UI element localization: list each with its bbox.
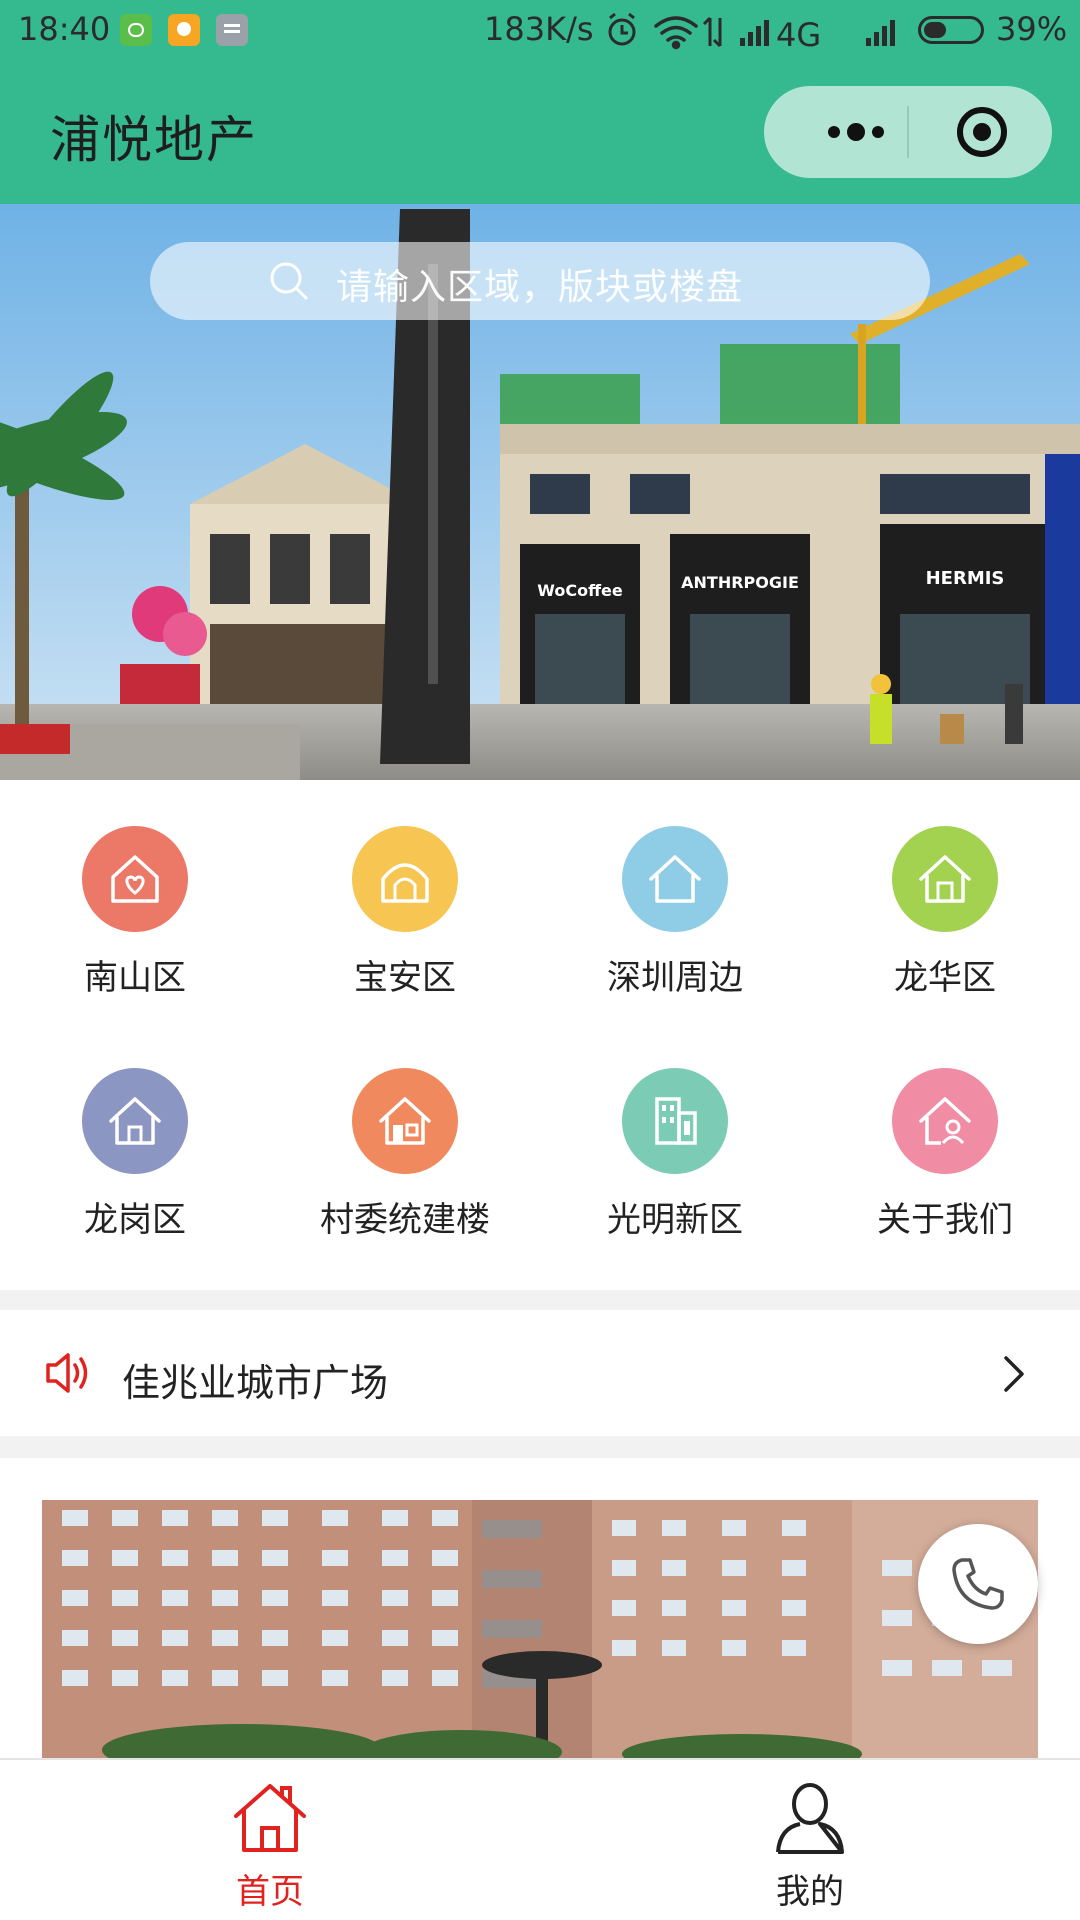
category-label: 光明新区 bbox=[607, 1200, 743, 1240]
home-icon bbox=[234, 1784, 306, 1852]
chevron-right-icon bbox=[1004, 1356, 1024, 1392]
signal-strength-2-icon bbox=[866, 20, 895, 46]
category-grid: 南山区 宝安区 深圳周边 龙华区 龙岗区 村委统建楼 光明新区 关于我们 bbox=[0, 780, 1080, 1290]
house-heart-icon bbox=[82, 826, 188, 932]
category-label: 关于我们 bbox=[877, 1200, 1013, 1240]
search-icon bbox=[270, 262, 308, 300]
house-arch-icon bbox=[352, 826, 458, 932]
hero-banner[interactable]: WoCoffee ANTHRPOGIE HERMIS 请输入区域，版块或楼盘 bbox=[0, 204, 1080, 780]
app-root: 18:40 183K/s 4G 39% 浦悦地产 WoCoffee ANTHRP… bbox=[0, 0, 1080, 1920]
category-label: 龙华区 bbox=[894, 958, 996, 998]
building-icon bbox=[622, 1068, 728, 1174]
phone-icon bbox=[952, 1558, 1004, 1610]
tab-home[interactable]: 首页 bbox=[0, 1760, 540, 1920]
category-label: 宝安区 bbox=[354, 958, 456, 998]
signal-strength-icon bbox=[740, 20, 769, 46]
user-icon bbox=[776, 1783, 844, 1854]
property-listing-image[interactable] bbox=[42, 1500, 1038, 1758]
mini-program-capsule bbox=[764, 86, 1052, 178]
data-transfer-icon bbox=[702, 16, 722, 48]
tab-label: 我的 bbox=[776, 1872, 844, 1912]
notification-app-icon bbox=[120, 14, 152, 46]
category-guangming[interactable]: 光明新区 bbox=[540, 1022, 810, 1240]
status-time: 18:40 bbox=[18, 10, 111, 48]
tab-mine[interactable]: 我的 bbox=[540, 1760, 1080, 1920]
svg-text:4G: 4G bbox=[776, 16, 821, 54]
store-sign-3: HERMIS bbox=[926, 568, 1005, 589]
category-shenzhen-surroundings[interactable]: 深圳周边 bbox=[540, 780, 810, 998]
alarm-icon bbox=[608, 12, 636, 46]
speaker-icon bbox=[46, 1353, 88, 1393]
store-sign-2: ANTHRPOGIE bbox=[681, 573, 799, 592]
house-person-icon bbox=[892, 1068, 998, 1174]
wifi-icon bbox=[654, 16, 698, 50]
app-header: 浦悦地产 bbox=[0, 60, 1080, 204]
category-longgang[interactable]: 龙岗区 bbox=[0, 1022, 270, 1240]
category-label: 深圳周边 bbox=[607, 958, 743, 998]
battery-percent: 39% bbox=[996, 10, 1068, 48]
message-app-icon bbox=[168, 14, 200, 46]
notice-text: 佳兆业城市广场 bbox=[122, 1361, 389, 1405]
house-outline-icon bbox=[622, 826, 728, 932]
call-button[interactable] bbox=[918, 1524, 1038, 1644]
status-bar: 18:40 183K/s 4G 39% bbox=[0, 0, 1080, 60]
category-label: 龙岗区 bbox=[84, 1200, 186, 1240]
section-divider bbox=[0, 1436, 1080, 1458]
battery-icon bbox=[918, 16, 984, 44]
category-about-us[interactable]: 关于我们 bbox=[810, 1022, 1080, 1240]
status-icons: 4G bbox=[608, 12, 895, 54]
category-label: 南山区 bbox=[84, 958, 186, 998]
bottom-tab-bar: 首页 我的 bbox=[0, 1758, 1080, 1920]
category-baoan[interactable]: 宝安区 bbox=[270, 780, 540, 998]
store-sign-1: WoCoffee bbox=[537, 581, 623, 600]
capsule-divider bbox=[907, 106, 909, 158]
category-longhua[interactable]: 龙华区 bbox=[810, 780, 1080, 998]
house-door-icon bbox=[892, 826, 998, 932]
house-door-icon bbox=[82, 1068, 188, 1174]
notes-app-icon bbox=[216, 14, 248, 46]
more-dots-icon[interactable] bbox=[804, 86, 904, 178]
category-village-buildings[interactable]: 村委统建楼 bbox=[270, 1022, 540, 1240]
page-title: 浦悦地产 bbox=[50, 111, 258, 169]
search-bar[interactable]: 请输入区域，版块或楼盘 bbox=[150, 242, 930, 320]
notice-bar[interactable]: 佳兆业城市广场 bbox=[0, 1310, 1080, 1436]
search-placeholder: 请输入区域，版块或楼盘 bbox=[336, 267, 744, 308]
house-window-icon bbox=[352, 1068, 458, 1174]
network-speed: 183K/s bbox=[484, 10, 594, 48]
category-label: 村委统建楼 bbox=[320, 1200, 490, 1240]
category-nanshan[interactable]: 南山区 bbox=[0, 780, 270, 998]
section-divider bbox=[0, 1290, 1080, 1310]
target-icon[interactable] bbox=[940, 86, 1030, 178]
listing-photo bbox=[42, 1500, 1038, 1758]
tab-label: 首页 bbox=[236, 1872, 304, 1912]
